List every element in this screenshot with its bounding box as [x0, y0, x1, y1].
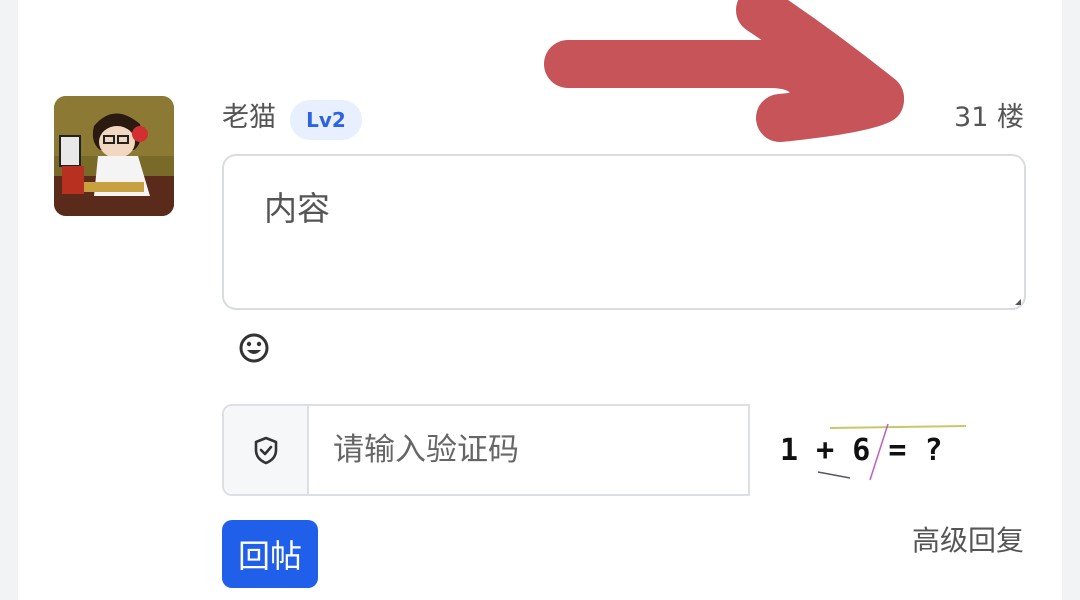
resize-grip-icon[interactable]: [1015, 299, 1021, 305]
level-badge: Lv2: [290, 100, 362, 140]
smile-icon[interactable]: [237, 331, 271, 365]
content-editor[interactable]: [222, 154, 1026, 310]
floor-number: 31 楼: [954, 102, 1024, 133]
captcha-image[interactable]: 1 + 6 = ?: [778, 418, 978, 484]
avatar-image: [54, 96, 174, 216]
username[interactable]: 老猫: [222, 100, 276, 136]
shield-check-icon: [224, 406, 309, 494]
reply-button[interactable]: 回帖: [222, 520, 318, 588]
content-textarea[interactable]: [224, 156, 1024, 308]
avatar[interactable]: [54, 96, 174, 216]
advanced-reply-link[interactable]: 高级回复: [912, 522, 1024, 560]
captcha-challenge-text: 1 + 6 = ?: [780, 433, 943, 468]
captcha-field: [222, 404, 750, 496]
captcha-input[interactable]: [309, 406, 748, 494]
